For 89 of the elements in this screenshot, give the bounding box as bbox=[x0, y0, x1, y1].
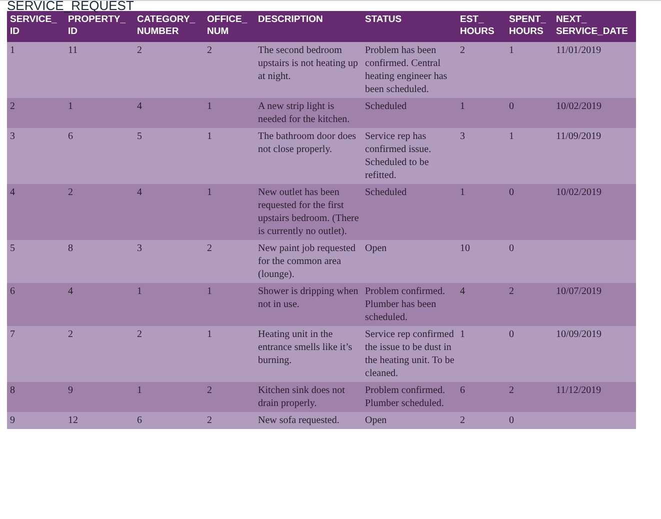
table-cell: 10/02/2019 bbox=[556, 187, 602, 198]
table-cell: 2 bbox=[68, 187, 73, 198]
table-cell: 2 bbox=[207, 243, 212, 254]
table-cell: 10/09/2019 bbox=[556, 329, 602, 340]
table-cell: 0 bbox=[509, 243, 514, 254]
table-cell: The bathroom door does not close properly. bbox=[258, 131, 356, 155]
table-cell: 9 bbox=[10, 415, 15, 426]
table-cell: Open bbox=[365, 243, 387, 254]
table-cell: 2 bbox=[10, 101, 15, 112]
table-cell: The second bedroom upstairs is not heating up at night. bbox=[258, 45, 358, 82]
table-cell: 6 bbox=[460, 385, 465, 396]
table-cell: 2 bbox=[207, 415, 212, 426]
table-cell: 5 bbox=[10, 243, 15, 254]
table-cell: 3 bbox=[137, 243, 142, 254]
table-cell: Shower is dripping when not in use. bbox=[258, 286, 358, 310]
table-cell: 11/12/2019 bbox=[556, 385, 602, 396]
table-cell: Service rep has confirmed issue. Scheduled to be refitted. bbox=[365, 131, 432, 181]
table-cell: Problem confirmed. Plumber scheduled. bbox=[365, 385, 445, 409]
table-cell: 1 bbox=[207, 131, 212, 142]
table-cell: 0 bbox=[509, 187, 514, 198]
table-cell: 4 bbox=[137, 101, 142, 112]
table-cell: New sofa requested. bbox=[258, 415, 340, 426]
table-cell: 2 bbox=[509, 385, 514, 396]
table-cell: 1 bbox=[509, 45, 514, 56]
column-header: PROPERTY_ ID bbox=[65, 11, 134, 42]
table-cell: 1 bbox=[10, 45, 15, 56]
table-cell: 4 bbox=[460, 286, 465, 297]
table-cell: 2 bbox=[460, 415, 465, 426]
table-cell: 1 bbox=[509, 131, 514, 142]
table-cell: 1 bbox=[460, 187, 465, 198]
column-header: DESCRIPTION bbox=[255, 11, 362, 42]
table-cell: Heating unit in the entrance smells like it’s burning. bbox=[258, 329, 352, 366]
table-cell: 10/07/2019 bbox=[556, 286, 602, 297]
column-header: CATEGORY_ NUMBER bbox=[134, 11, 204, 42]
table-cell: 11/09/2019 bbox=[556, 131, 602, 142]
table-cell: 0 bbox=[509, 415, 514, 426]
table-cell: 4 bbox=[10, 187, 15, 198]
table-cell: 2 bbox=[68, 329, 73, 340]
table-cell: 2 bbox=[509, 286, 514, 297]
column-header: SERVICE_ ID bbox=[7, 11, 65, 42]
table-cell: Problem has been confirmed. Central heating engineer has been scheduled. bbox=[365, 45, 448, 95]
table-cell: 8 bbox=[10, 385, 15, 396]
column-header: OFFICE_ NUM bbox=[204, 11, 255, 42]
table-cell: 2 bbox=[137, 329, 142, 340]
table-cell: 12 bbox=[68, 415, 78, 426]
table-cell: 6 bbox=[137, 415, 142, 426]
table-cell: 1 bbox=[137, 286, 142, 297]
table-cell: 6 bbox=[68, 131, 73, 142]
table-cell: Scheduled bbox=[365, 101, 407, 112]
table-cell: 1 bbox=[207, 187, 212, 198]
table-cell: Problem confirmed. Plumber has been scheduled. bbox=[365, 286, 445, 323]
table-cell: 0 bbox=[509, 101, 514, 112]
table-cell: 4 bbox=[68, 286, 73, 297]
column-header: SPENT_ HOURS bbox=[506, 11, 553, 42]
table-cell: A new strip light is needed for the kitchen. bbox=[258, 101, 350, 125]
table-cell: Scheduled bbox=[365, 187, 407, 198]
column-header: NEXT_ SERVICE_DATE bbox=[553, 11, 636, 42]
table-cell: 0 bbox=[509, 329, 514, 340]
column-header: STATUS bbox=[362, 11, 457, 42]
column-header: EST_ HOURS bbox=[457, 11, 506, 42]
table-cell: 1 bbox=[460, 329, 465, 340]
table-cell: 3 bbox=[460, 131, 465, 142]
table-cell: 9 bbox=[68, 385, 73, 396]
table-cell: 3 bbox=[10, 131, 15, 142]
table-cell: 1 bbox=[460, 101, 465, 112]
table-cell: Open bbox=[365, 415, 387, 426]
table-cell: Service rep confirmed the issue to be dust in the heating unit. To be cleaned. bbox=[365, 329, 454, 379]
table-cell: 10 bbox=[460, 243, 470, 254]
table-cell: 7 bbox=[10, 329, 15, 340]
table-cell: 2 bbox=[460, 45, 465, 56]
table-cell: 10/02/2019 bbox=[556, 101, 602, 112]
table-cell: 1 bbox=[68, 101, 73, 112]
table-cell: 11 bbox=[68, 45, 78, 56]
table-cell: 8 bbox=[68, 243, 73, 254]
table-cell: 2 bbox=[207, 45, 212, 56]
table-cell: 2 bbox=[207, 385, 212, 396]
table-cell: 1 bbox=[207, 101, 212, 112]
table-cell: 1 bbox=[207, 286, 212, 297]
table-cell: New outlet has been requested for the first upstairs bedroom. (There is currently no outlet). bbox=[258, 187, 359, 237]
table-cell: 4 bbox=[137, 187, 142, 198]
table-cell: 5 bbox=[137, 131, 142, 142]
table-cell: New paint job requested for the common area (lounge). bbox=[258, 243, 356, 280]
table-cell: 6 bbox=[10, 286, 15, 297]
table-cell: 2 bbox=[137, 45, 142, 56]
table-cell: 1 bbox=[207, 329, 212, 340]
table-title: SERVICE_REQUEST bbox=[7, 1, 135, 11]
table-cell: Kitchen sink does not drain properly. bbox=[258, 385, 345, 409]
table-cell: 1 bbox=[137, 385, 142, 396]
table-cell: 11/01/2019 bbox=[556, 45, 602, 56]
